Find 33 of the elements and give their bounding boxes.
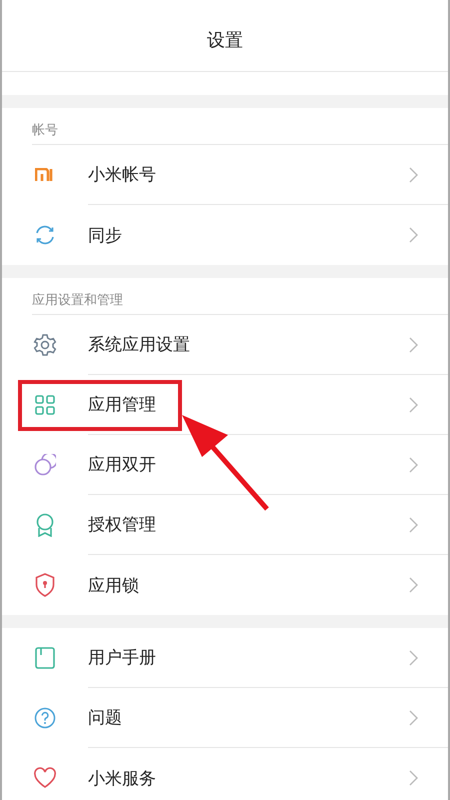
chevron-icon [409, 336, 418, 352]
row-label: 小米服务 [88, 768, 157, 790]
heart-icon [33, 767, 57, 789]
circles-icon [34, 454, 56, 476]
chevron-icon [409, 227, 418, 243]
book-icon [35, 647, 55, 669]
grid-icon [35, 395, 55, 415]
award-icon [35, 513, 55, 537]
help-icon [34, 707, 56, 729]
row-label: 小米帐号 [88, 164, 157, 186]
chevron-icon [409, 710, 418, 726]
mi-logo-icon [35, 168, 55, 182]
sync-icon [34, 224, 56, 246]
page-title: 设置 [207, 28, 243, 52]
row-label: 用户手册 [88, 647, 157, 669]
chevron-icon [409, 770, 418, 786]
row-label: 应用双开 [88, 454, 157, 476]
chevron-icon [409, 577, 418, 593]
shield-icon [35, 573, 55, 597]
section-header: 应用设置和管理 [32, 293, 123, 308]
settings-icon [33, 333, 57, 357]
chevron-icon [409, 516, 418, 532]
chevron-icon [409, 456, 418, 472]
chevron-icon [409, 650, 418, 666]
row-label: 系统应用设置 [88, 334, 191, 356]
row-label: 应用锁 [88, 574, 140, 596]
row-label: 同步 [88, 224, 123, 246]
section-header: 帐号 [32, 123, 58, 138]
row-label: 授权管理 [88, 514, 157, 536]
chevron-icon [409, 396, 418, 412]
row-label: 应用管理 [88, 394, 157, 416]
row-label: 问题 [88, 707, 123, 729]
chevron-icon [409, 166, 418, 182]
